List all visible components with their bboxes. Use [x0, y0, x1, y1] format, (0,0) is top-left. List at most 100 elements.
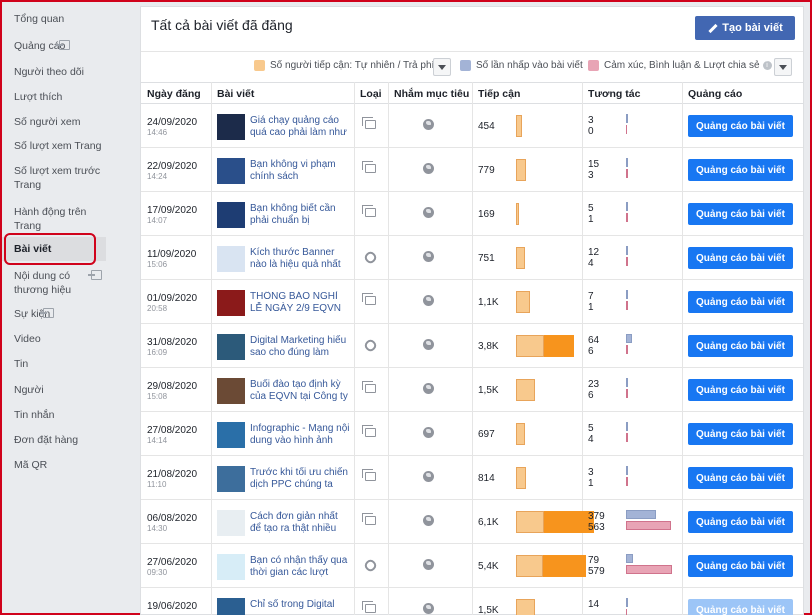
post-thumbnail[interactable]	[217, 510, 245, 536]
sidebar-item-label: Số lượt xem trước Trang	[14, 165, 101, 191]
col-reach[interactable]: Tiếp cận	[478, 88, 520, 100]
reactions-bar	[626, 169, 628, 178]
sidebar-item[interactable]: Mã QR	[2, 458, 106, 472]
sidebar-item[interactable]: Sự kiện	[2, 307, 106, 321]
post-thumbnail[interactable]	[217, 334, 245, 360]
sidebar-item[interactable]: Số lượt xem Trang	[2, 139, 106, 153]
reactions-value: 4	[588, 258, 594, 269]
reach-paid-bar	[544, 511, 594, 533]
post-title-link[interactable]: Digital Marketing hiểu sao cho đúng làm	[250, 335, 350, 359]
post-thumbnail[interactable]	[217, 378, 245, 404]
post-time: 20:58	[147, 304, 168, 313]
post-title-link[interactable]: Cách đơn giản nhất để tạo ra thật nhiều	[250, 511, 350, 535]
album-icon	[362, 205, 377, 220]
sidebar-item-label: Tin	[14, 358, 29, 370]
reach-bar	[516, 247, 525, 269]
sidebar-item[interactable]: Tin nhắn	[2, 408, 106, 422]
boost-post-button[interactable]: Quảng cáo bài viết	[688, 423, 793, 445]
boost-post-button[interactable]: Quảng cáo bài viết	[688, 555, 793, 577]
sidebar-item[interactable]: Số lượt xem trước Trang	[2, 164, 106, 192]
boost-post-button[interactable]: Quảng cáo bài viết	[688, 379, 793, 401]
table-row: 19/06/2020 Chỉ số trong Digital 1,5K 14 Quản…	[141, 588, 803, 615]
table-body: 24/09/2020 14:46 Giá chạy quảng cáo quá ca…	[141, 104, 803, 615]
sidebar-item[interactable]: Đơn đặt hàng	[2, 433, 106, 447]
reactions-value: 3	[588, 170, 594, 181]
legend-clicks: Số lần nhấp vào bài viết	[460, 60, 583, 71]
boost-post-button[interactable]: Quảng cáo bài viết	[688, 335, 793, 357]
sidebar-item[interactable]: Quảng cáo	[2, 39, 106, 53]
sidebar-item[interactable]: Nội dung có thương hiệu	[2, 269, 106, 297]
reactions-value: 4	[588, 434, 594, 445]
boost-post-button[interactable]: Quảng cáo bài viết	[688, 203, 793, 225]
col-type: Loại	[360, 88, 382, 100]
sidebar-item-label: Mã QR	[14, 459, 48, 471]
post-thumbnail[interactable]	[217, 246, 245, 272]
post-title-link[interactable]: Giá chạy quảng cáo quá cao phải làm như	[250, 115, 350, 139]
reactions-bar	[626, 257, 628, 266]
swatch-reach	[254, 60, 265, 71]
sidebar-item[interactable]: Hành động trên Trang	[2, 205, 106, 233]
post-thumbnail[interactable]	[217, 290, 245, 316]
post-title-link[interactable]: Bạn có nhận thấy qua thời gian các lượt	[250, 555, 350, 579]
post-time: 15:08	[147, 392, 168, 401]
sidebar-item[interactable]: Tin	[2, 357, 106, 371]
table-row: 01/09/2020 20:58 THÔNG BÁO NGHỈ LỄ NGÀY 2/…	[141, 280, 803, 324]
album-icon	[362, 601, 377, 615]
post-thumbnail[interactable]	[217, 114, 245, 140]
boost-post-button[interactable]: Quảng cáo bài viết	[688, 599, 793, 615]
reach-dropdown[interactable]	[433, 58, 451, 76]
legend-reactions-label: Cảm xúc, Bình luận & Lượt chia sẻ	[604, 60, 760, 71]
post-thumbnail[interactable]	[217, 466, 245, 492]
engagement-dropdown[interactable]	[774, 58, 792, 76]
globe-icon	[423, 559, 434, 570]
globe-icon	[423, 471, 434, 482]
table-row: 21/08/2020 11:10 Trước khi tối ưu chiến dị…	[141, 456, 803, 500]
reach-value: 779	[478, 165, 495, 176]
boost-post-button[interactable]: Quảng cáo bài viết	[688, 159, 793, 181]
sidebar-item[interactable]: Người	[2, 383, 106, 397]
post-thumbnail[interactable]	[217, 422, 245, 448]
reach-organic-bar	[516, 203, 519, 225]
sidebar-item[interactable]: Người theo dõi	[2, 65, 106, 79]
boost-post-button[interactable]: Quảng cáo bài viết	[688, 115, 793, 137]
sidebar-item[interactable]: Video	[2, 332, 106, 346]
post-title-link[interactable]: Buổi đào tạo định kỳ của EQVN tại Công t…	[250, 379, 350, 403]
post-title-link[interactable]: THÔNG BÁO NGHỈ LỄ NGÀY 2/9 EQVN	[250, 291, 350, 315]
boost-post-button[interactable]: Quảng cáo bài viết	[688, 511, 793, 533]
engagement-values: 12 4	[588, 247, 599, 269]
post-title-link[interactable]: Trước khi tối ưu chiến dịch PPC chúng ta	[250, 467, 350, 491]
post-thumbnail[interactable]	[217, 202, 245, 228]
clicks-value: 379	[588, 511, 605, 522]
reach-organic-bar	[516, 599, 535, 615]
engagement-bar	[626, 378, 628, 398]
post-title-link[interactable]: Chỉ số trong Digital	[250, 599, 350, 611]
post-date: 11/09/2020	[147, 249, 197, 260]
reactions-bar	[626, 213, 628, 222]
reactions-value: 1	[588, 214, 594, 225]
post-title-link[interactable]: Bạn không vi phạm chính sách	[250, 159, 350, 183]
post-thumbnail[interactable]	[217, 554, 245, 580]
sidebar-item[interactable]: Lượt thích	[2, 90, 106, 104]
sidebar-item[interactable]: Số người xem	[2, 115, 106, 129]
clicks-bar	[626, 114, 628, 123]
post-title-link[interactable]: Bạn không biết cần phải chuẩn bị	[250, 203, 350, 227]
post-time: 11:10	[147, 480, 167, 489]
post-thumbnail[interactable]	[217, 158, 245, 184]
post-title-link[interactable]: Infographic - Mạng nội dung vào hình ảnh	[250, 423, 350, 447]
post-title-link[interactable]: Kích thước Banner nào là hiệu quả nhất	[250, 247, 350, 271]
col-engagement[interactable]: Tương tác	[588, 88, 640, 100]
info-icon[interactable]: i	[762, 61, 772, 70]
post-date: 27/06/2020	[147, 557, 198, 568]
reach-value: 751	[478, 253, 495, 264]
col-date[interactable]: Ngày đăng	[147, 88, 201, 100]
boost-post-button[interactable]: Quảng cáo bài viết	[688, 467, 793, 489]
boost-post-button[interactable]: Quảng cáo bài viết	[688, 291, 793, 313]
table-row: 06/08/2020 14:30 Cách đơn giản nhất để tạo…	[141, 500, 803, 544]
sidebar-item[interactable]: Tổng quan	[2, 12, 106, 26]
engagement-values: 23 6	[588, 379, 599, 401]
boost-post-button[interactable]: Quảng cáo bài viết	[688, 247, 793, 269]
create-post-button[interactable]: Tạo bài viết	[695, 16, 795, 40]
reactions-value: 0	[588, 126, 594, 137]
active-item-highlight	[4, 233, 96, 265]
post-thumbnail[interactable]	[217, 598, 245, 615]
